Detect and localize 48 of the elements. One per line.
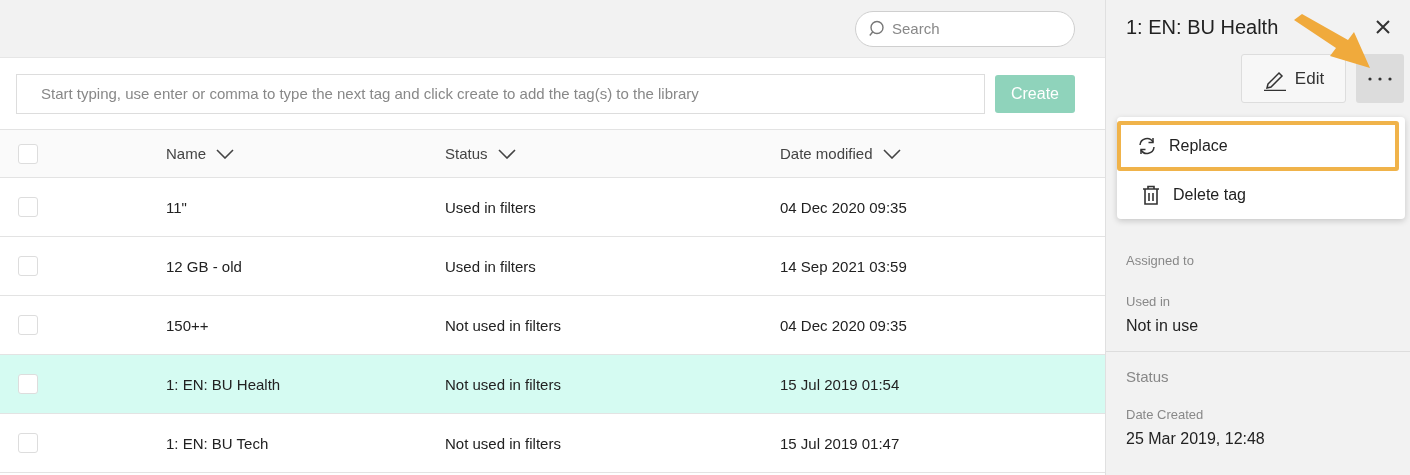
chevron-down-icon[interactable] (497, 148, 516, 159)
chevron-down-icon[interactable] (216, 148, 234, 159)
row-checkbox[interactable] (18, 433, 38, 453)
table-row[interactable]: 11" Used in filters 04 Dec 2020 09:35 (0, 178, 1105, 237)
table-cell: 14 Sep 2021 03:59 (780, 257, 907, 275)
table-cell: 04 Dec 2020 09:35 (780, 316, 907, 334)
row-checkbox[interactable] (18, 374, 38, 394)
table-cell: Not used in filters (445, 434, 561, 452)
table-cell: 04 Dec 2020 09:35 (780, 198, 907, 216)
search-field[interactable]: Search (855, 10, 1075, 47)
table-cell: Used in filters (445, 198, 536, 216)
section-heading: Status (1126, 368, 1170, 385)
more-icon (1368, 76, 1392, 81)
table-cell: 15 Jul 2019 01:47 (780, 434, 900, 452)
field-value: Not in use (1126, 317, 1200, 335)
table-cell: 1: EN: BU Tech (166, 434, 269, 452)
close-icon[interactable] (1376, 20, 1390, 34)
table-row[interactable]: 12 GB - old Used in filters 14 Sep 2021 03:59 (0, 237, 1105, 296)
select-all-checkbox[interactable] (18, 143, 38, 164)
menu-item[interactable]: Replace (1117, 121, 1399, 171)
row-checkbox[interactable] (18, 256, 38, 276)
table-cell: 150++ (166, 316, 209, 334)
table-cell: Used in filters (445, 257, 536, 275)
refresh-icon (1137, 137, 1157, 155)
row-checkbox[interactable] (18, 197, 38, 217)
trash-icon (1141, 185, 1161, 205)
table-cell: 12 GB - old (166, 257, 242, 275)
field-value: 25 Mar 2019, 12:48 (1126, 430, 1266, 448)
table-cell: Not used in filters (445, 316, 561, 334)
table-cell: 11" (166, 198, 187, 216)
field-label: Used in (1126, 294, 1172, 309)
row-checkbox[interactable] (18, 315, 38, 335)
table-cell: Not used in filters (445, 375, 561, 393)
more-button[interactable] (1356, 54, 1404, 103)
field-label: Assigned to (1126, 253, 1195, 268)
menu-item[interactable]: Delete tag (1117, 171, 1405, 219)
edit-button[interactable]: Edit (1241, 54, 1346, 103)
table-row[interactable]: 1: EN: BU Health Not used in filters 15 Jul 2019 01:54 (0, 355, 1105, 414)
table-row[interactable]: 1: EN: BU Tech Not used in filters 15 Jul 2019 01:47 (0, 414, 1105, 473)
column-header[interactable]: Status (445, 145, 488, 162)
panel-title: 1: EN: BU Health (1126, 15, 1279, 39)
column-header[interactable]: Date modified (780, 145, 873, 162)
chevron-down-icon[interactable] (882, 148, 901, 159)
table-cell: 1: EN: BU Health (166, 375, 281, 393)
tag-input-field[interactable]: Start typing, use enter or comma to type the next tag and click create to add the tag(s) to the library (16, 73, 985, 114)
field-label: Date Created (1126, 407, 1205, 422)
table-cell: 15 Jul 2019 01:54 (780, 375, 900, 393)
column-header[interactable]: Name (166, 145, 206, 162)
